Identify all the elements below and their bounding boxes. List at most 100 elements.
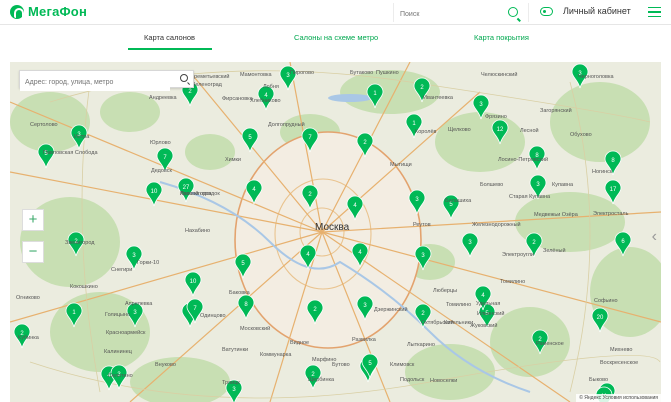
town-label: Купавна	[552, 182, 574, 188]
town-label: Баковка	[229, 290, 250, 296]
town-label: Внуково	[155, 362, 176, 368]
town-label: Люберцы	[433, 288, 458, 294]
town-label: Андреевка	[149, 95, 177, 101]
town-label: Сертолово	[30, 122, 58, 128]
reservoir	[328, 94, 372, 102]
town-label: Ильинский	[477, 311, 505, 317]
zoom-out-button[interactable]: −	[22, 241, 44, 263]
town-label: Пирогово	[290, 70, 315, 76]
store-pin[interactable]: 27	[177, 177, 195, 203]
town-label: Химки	[225, 157, 242, 163]
town-label: Ивантеевка	[423, 95, 453, 101]
store-pin[interactable]: 20	[591, 307, 609, 333]
menu-icon[interactable]	[648, 7, 661, 17]
town-label: Быково	[589, 377, 609, 383]
town-label: Новоселки	[430, 378, 458, 384]
zoom-in-button[interactable]: +	[22, 209, 44, 231]
town-label: Мамонтовка	[240, 72, 272, 78]
town-label: Истра	[74, 134, 90, 140]
store-pin-count: 10	[190, 279, 197, 285]
town-label: Кубинка	[18, 335, 39, 341]
town-label: Щелково	[448, 127, 471, 133]
town-label: Дзержинский	[374, 307, 408, 313]
store-pin[interactable]: 5	[37, 143, 55, 169]
active-tab-indicator	[128, 48, 212, 50]
town-label: Дедовск	[151, 168, 172, 174]
town-label: Видное	[290, 340, 310, 346]
town-label: Зеленоград	[192, 82, 222, 88]
town-label: Троицк	[222, 380, 240, 386]
town-label: Обухово	[570, 132, 592, 138]
megafon-logo-icon	[10, 4, 24, 19]
town-label: Снегири	[111, 267, 133, 273]
town-label: Старая Купавна	[509, 194, 551, 200]
megafon-logo[interactable]: МегаФон	[10, 4, 87, 19]
town-label: Ватутинки	[222, 347, 249, 353]
logo-text: МегаФон	[28, 4, 87, 19]
chevron-right-icon[interactable]: ‹	[652, 228, 657, 246]
town-label: Железнодорожный	[472, 222, 521, 228]
cabinet-link[interactable]: Личный кабинет	[540, 6, 631, 16]
store-pin[interactable]: 10	[145, 181, 163, 207]
town-label: Нахабино	[185, 228, 211, 234]
town-label: Загорянский	[540, 108, 572, 114]
store-pin[interactable]: 10	[184, 271, 202, 297]
header-search-input[interactable]	[394, 5, 498, 24]
town-label: Звенигород	[65, 240, 95, 246]
town-label: Реутов	[413, 222, 431, 228]
town-label: Лесной	[520, 128, 539, 134]
town-label: Жуковский	[470, 323, 498, 329]
tab-coverage-map[interactable]: Карта покрытия	[474, 33, 529, 42]
store-pin[interactable]: 8	[237, 294, 255, 320]
town-label: Софьино	[594, 298, 618, 304]
town-label: Болшево	[480, 182, 504, 188]
town-label: Электросталь	[593, 211, 629, 217]
town-label: Томилино	[500, 279, 526, 285]
map-search-input[interactable]	[20, 74, 170, 91]
town-label: Черноголовка	[578, 74, 614, 80]
town-label: Медвежьи Озёра	[534, 212, 578, 218]
store-pin-count: 10	[151, 189, 158, 195]
town-label: Удельная	[476, 301, 501, 307]
town-label: Павловская Слобода	[43, 150, 98, 156]
town-label: Зелёный	[543, 248, 566, 254]
town-label: Мытищи	[390, 162, 412, 168]
toggle-user-icon	[540, 6, 553, 16]
town-label: Апрелевка	[125, 301, 153, 307]
town-label: Лобня	[263, 84, 279, 90]
town-label: Октябрьский	[421, 320, 454, 326]
town-label: Михнево	[610, 347, 633, 353]
town-label: Ногинск	[592, 169, 613, 175]
town-label: Одинцово	[200, 313, 226, 319]
town-label: Балашиха	[445, 198, 472, 204]
town-label: Юрлово	[150, 140, 171, 146]
tab-metro-scheme[interactable]: Салоны на схеме метро	[294, 33, 378, 42]
cabinet-label: Личный кабинет	[563, 6, 631, 16]
town-label: Раменское	[536, 341, 564, 347]
town-label: Долгопрудный	[268, 122, 305, 128]
header: МегаФон Личный кабинет	[0, 0, 671, 25]
town-label: Пушкино	[376, 70, 399, 76]
store-pin-count: 17	[610, 187, 617, 193]
town-label: Бутаково	[350, 70, 374, 76]
town-label: Королёв	[415, 129, 437, 135]
town-label: Воскресенское	[600, 360, 639, 366]
tabs-bar: Карта салонов Салоны на схеме метро Карт…	[0, 28, 671, 50]
town-label: Коммунарка	[260, 352, 292, 358]
town-label: Калининец	[104, 349, 132, 355]
town-label: Подольск	[400, 377, 425, 383]
town-label: Щербинка	[308, 377, 335, 383]
store-pin[interactable]: 5	[241, 127, 259, 153]
town-label: Фрязино	[485, 114, 507, 120]
store-pin[interactable]: 3	[461, 232, 479, 258]
town-label: Томилино	[446, 302, 472, 308]
map-canvas[interactable]: 3 2 4 1 2 3 1 5 7 2 12 3 8 3 7 27 10 4 2 4 3 5 8 3 17 3 2 3 10 5 4 4 3 2 6…	[10, 62, 661, 402]
search-icon[interactable]	[508, 7, 518, 17]
town-label: Лесной городок	[180, 191, 220, 197]
town-label: Горки-10	[137, 260, 160, 266]
town-label: Красноармейск	[106, 330, 146, 336]
header-search	[393, 3, 529, 24]
map-search-icon[interactable]	[180, 74, 188, 82]
town-label: Электроугли	[502, 252, 534, 258]
tab-store-map[interactable]: Карта салонов	[144, 33, 195, 42]
